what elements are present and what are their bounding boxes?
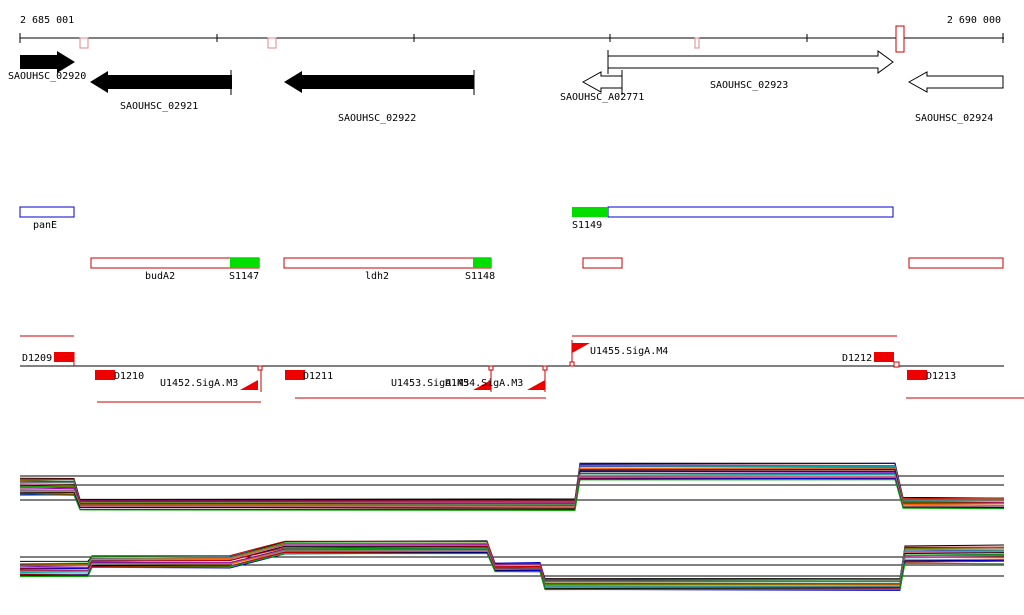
label-u1454: U1454.SigA.M3 bbox=[445, 378, 523, 389]
marker-d1210[interactable] bbox=[95, 370, 115, 380]
feature-red-box-1[interactable] bbox=[582, 257, 623, 269]
ruler-end-label: 2 690 000 bbox=[947, 15, 1001, 26]
feature-label-pane: panE bbox=[33, 220, 57, 231]
gene-saouhsc-02922[interactable]: SAOUHSC_02922 bbox=[284, 70, 475, 124]
feature-label-ldh2: ldh2 bbox=[365, 271, 389, 282]
label-d1212: D1212 bbox=[842, 353, 872, 364]
gene-label-02923: SAOUHSC_02923 bbox=[710, 80, 788, 91]
regulation-track: D1209 D1210 D1211 D1212 D1213 U1452.SigA… bbox=[20, 335, 1024, 403]
marker-u1452[interactable] bbox=[240, 380, 258, 390]
gene-track: SAOUHSC_02920 SAOUHSC_02921 SAOUHSC_0292… bbox=[8, 50, 1004, 124]
label-u1452: U1452.SigA.M3 bbox=[160, 378, 238, 389]
marker-d1212[interactable] bbox=[874, 352, 894, 362]
expression-track-2 bbox=[19, 540, 1005, 591]
gene-label-02920: SAOUHSC_02920 bbox=[8, 71, 86, 82]
coordinate-ruler: 2 685 001 2 690 000 bbox=[19, 15, 1004, 53]
feature-label-s1149: S1149 bbox=[572, 220, 602, 231]
feature-s1149-green[interactable] bbox=[572, 207, 608, 217]
gene-saouhsc-02923[interactable]: SAOUHSC_02923 bbox=[607, 50, 894, 91]
marker-d1209[interactable] bbox=[54, 352, 74, 362]
marker-d1211[interactable] bbox=[285, 370, 305, 380]
feature-label-buda2: budA2 bbox=[145, 271, 175, 282]
genome-browser: 2 685 001 2 690 000 SAOUHSC_02920 SAOUHS… bbox=[0, 0, 1024, 611]
feature-s1148-green[interactable] bbox=[473, 258, 491, 268]
feature-red-box-2[interactable] bbox=[908, 257, 1004, 269]
label-d1210: D1210 bbox=[114, 371, 144, 382]
expression-trace bbox=[19, 542, 1004, 581]
feature-track-red: budA2 S1147 ldh2 S1148 bbox=[90, 257, 1004, 282]
marker-d1213[interactable] bbox=[907, 370, 927, 380]
expression-trace bbox=[19, 542, 1005, 582]
gene-label-02922: SAOUHSC_02922 bbox=[338, 113, 416, 124]
label-d1213: D1213 bbox=[926, 371, 956, 382]
genome-track-view: 2 685 001 2 690 000 SAOUHSC_02920 SAOUHS… bbox=[8, 15, 1024, 591]
gene-saouhsc-02920[interactable]: SAOUHSC_02920 bbox=[8, 51, 86, 82]
gene-label-02924: SAOUHSC_02924 bbox=[915, 113, 993, 124]
label-d1211: D1211 bbox=[303, 371, 333, 382]
label-d1209: D1209 bbox=[22, 353, 52, 364]
feature-ldh2[interactable] bbox=[283, 257, 492, 269]
gene-saouhsc-02921[interactable]: SAOUHSC_02921 bbox=[90, 70, 232, 112]
gene-saouhsc-02924[interactable]: SAOUHSC_02924 bbox=[907, 71, 1004, 124]
ruler-start-label: 2 685 001 bbox=[20, 15, 74, 26]
marker-u1455[interactable] bbox=[572, 343, 590, 353]
feature-label-s1147: S1147 bbox=[229, 271, 259, 282]
expression-track-1 bbox=[19, 462, 1005, 512]
gene-saouhsc-a02771[interactable]: SAOUHSC_A02771 bbox=[560, 70, 644, 103]
feature-s1149-blue[interactable] bbox=[607, 206, 894, 218]
gene-label-a02771: SAOUHSC_A02771 bbox=[560, 92, 644, 103]
feature-track-blue: panE S1149 bbox=[19, 206, 894, 231]
feature-label-s1148: S1148 bbox=[465, 271, 495, 282]
label-u1455: U1455.SigA.M4 bbox=[590, 346, 668, 357]
feature-pane[interactable] bbox=[19, 206, 75, 218]
feature-s1147-green[interactable] bbox=[230, 258, 259, 268]
marker-u1454[interactable] bbox=[527, 380, 545, 390]
gene-label-02921: SAOUHSC_02921 bbox=[120, 101, 198, 112]
